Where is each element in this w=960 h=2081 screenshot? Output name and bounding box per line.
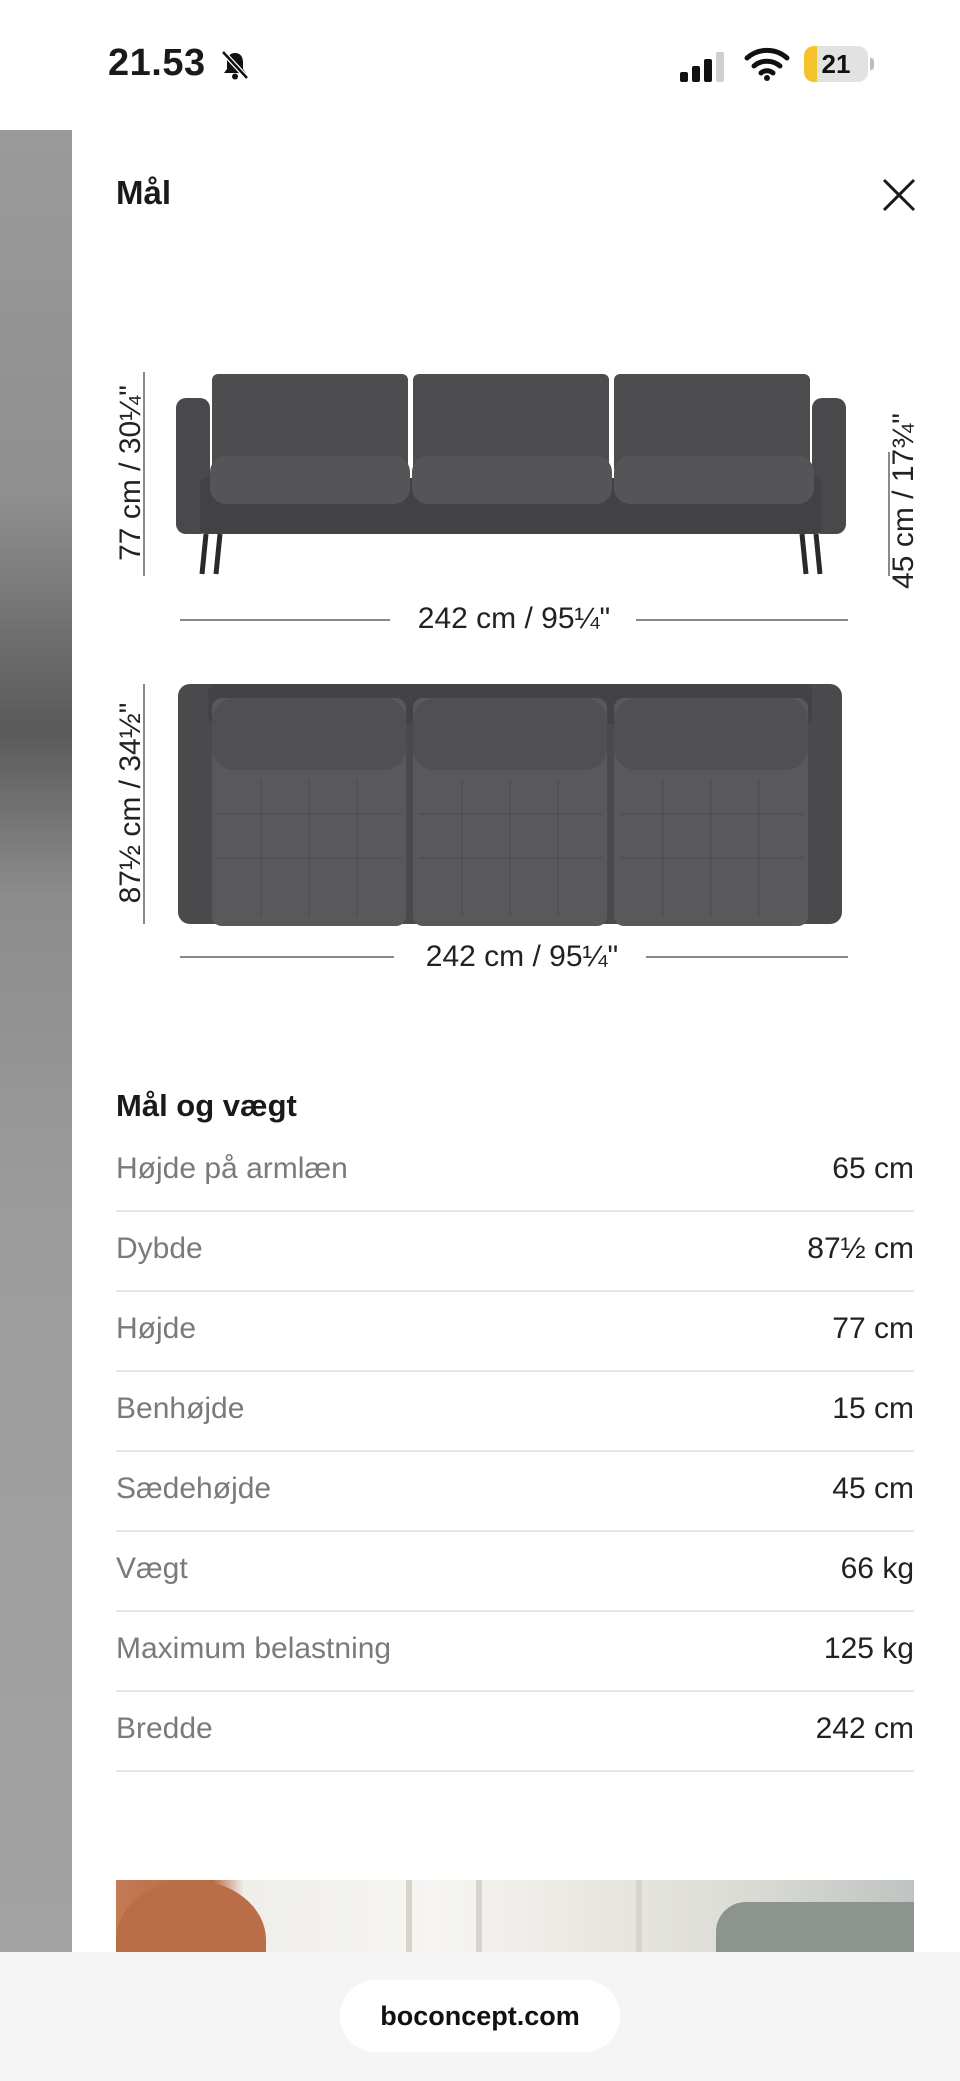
spec-row: Højde på armlæn 65 cm [116,1130,914,1212]
top-width-line-right [646,956,848,958]
cellular-signal-icon [680,52,724,82]
spec-value: 66 kg [840,1552,914,1585]
front-width-line-left [180,619,390,621]
spec-value: 125 kg [823,1632,914,1665]
bell-slash-icon [221,50,249,80]
wifi-icon [744,47,790,81]
spec-value: 242 cm [815,1712,914,1745]
spec-row: Bredde 242 cm [116,1690,914,1772]
spec-row: Højde 77 cm [116,1290,914,1372]
top-width-line-left [180,956,394,958]
seat-height-dimension-label: 45 cm / 17¾" [887,413,920,589]
spec-value: 45 cm [832,1472,914,1505]
drawer-title: Mål [116,174,172,211]
lifestyle-photo [116,1880,914,1952]
top-width-label: 242 cm / 95¼" [425,940,619,973]
spec-row: Dybde 87½ cm [116,1210,914,1292]
spec-label: Sædehøjde [116,1472,272,1505]
height-dimension-label: 77 cm / 30¼" [114,385,147,561]
url-field[interactable]: boconcept.com [340,1980,620,2052]
browser-url-bar: boconcept.com [0,1952,960,2081]
depth-dimension-label: 87½ cm / 34½" [114,702,147,904]
spec-value: 87½ cm [807,1232,914,1265]
status-bar: 21.53 21 [0,0,960,130]
front-width-label: 242 cm / 95¼" [417,602,611,635]
specs-title: Mål og vægt [116,1088,297,1123]
spec-value: 15 cm [832,1392,914,1425]
spec-label: Maximum belastning [116,1632,392,1665]
spec-value: 77 cm [832,1312,914,1345]
battery-indicator: 21 [804,46,874,82]
front-width-line-right [636,619,848,621]
spec-row: Vægt 66 kg [116,1530,914,1612]
spec-label: Bredde [116,1712,213,1745]
sofa-top-view [178,684,842,926]
close-icon[interactable] [878,174,920,216]
sofa-front-view [176,374,846,575]
spec-value: 65 cm [832,1152,914,1185]
spec-label: Dybde [116,1232,203,1265]
spec-row: Sædehøjde 45 cm [116,1450,914,1532]
spec-label: Højde [116,1312,197,1345]
status-time: 21.53 [108,42,206,84]
spec-label: Vægt [116,1552,188,1585]
spec-row: Benhøjde 15 cm [116,1370,914,1452]
spec-label: Benhøjde [116,1392,245,1425]
background-page [0,130,72,1952]
battery-level: 21 [821,49,851,79]
spec-label: Højde på armlæn [116,1152,348,1185]
spec-row: Maximum belastning 125 kg [116,1610,914,1692]
